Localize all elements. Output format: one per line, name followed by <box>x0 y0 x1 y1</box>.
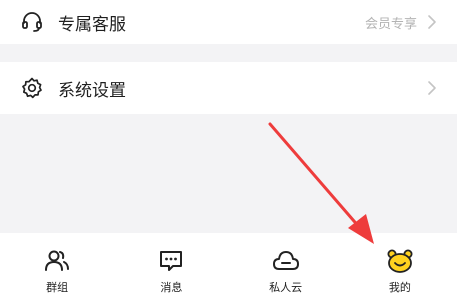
tab-private-cloud-label: 私人云 <box>269 281 303 294</box>
group-icon <box>45 250 70 271</box>
chevron-right-icon <box>428 15 436 29</box>
menu-item-settings[interactable]: 系统设置 <box>0 62 457 114</box>
tab-groups[interactable]: 群组 <box>0 233 114 302</box>
menu-item-settings-label: 系统设置 <box>58 80 126 101</box>
tab-private-cloud[interactable]: 私人云 <box>229 233 343 302</box>
tab-mine[interactable]: 我的 <box>343 233 457 302</box>
bottom-tab-bar: 群组 消息 私人云 我的 <box>0 233 457 302</box>
menu-item-support[interactable]: 专属客服 会员专享 <box>0 0 457 44</box>
gear-icon <box>22 77 42 99</box>
menu-item-support-label: 专属客服 <box>58 14 126 35</box>
tab-messages-label: 消息 <box>160 281 183 294</box>
tab-messages[interactable]: 消息 <box>114 233 228 302</box>
cloud-icon <box>272 251 299 270</box>
tab-groups-label: 群组 <box>46 281 69 294</box>
menu-item-support-hint: 会员专享 <box>364 16 417 32</box>
headset-icon <box>22 12 42 32</box>
bear-face-icon <box>387 249 413 273</box>
message-icon <box>160 251 183 271</box>
chevron-right-icon <box>428 81 436 95</box>
tab-mine-label: 我的 <box>388 281 411 294</box>
